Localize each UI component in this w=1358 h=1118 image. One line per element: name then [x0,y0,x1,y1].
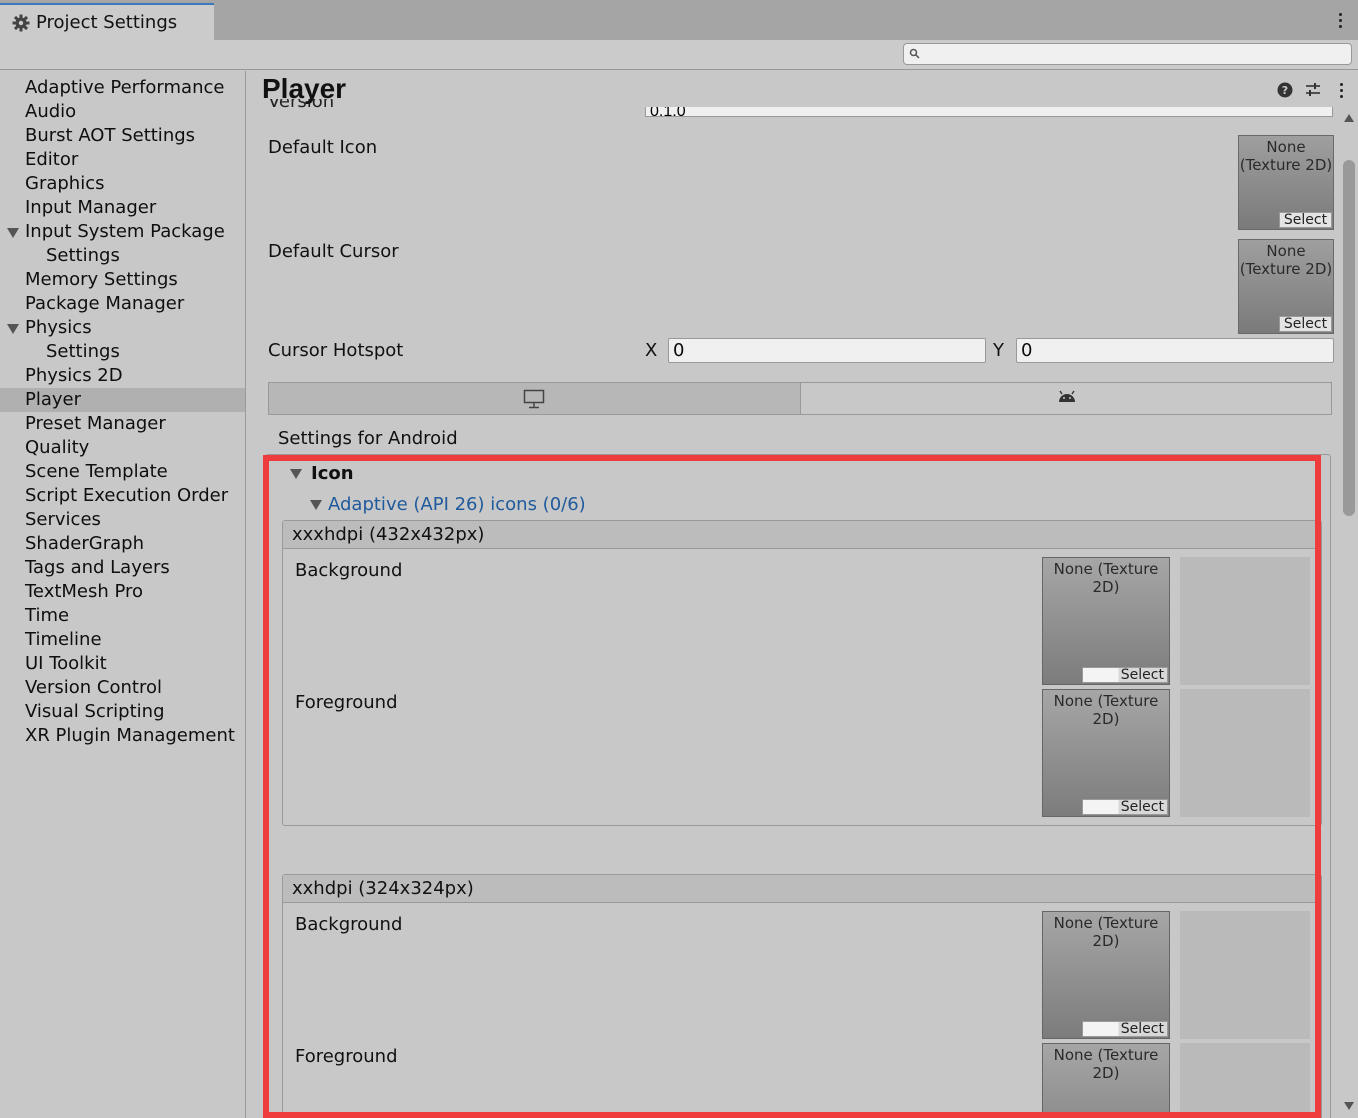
sidebar-item-audio[interactable]: Audio [0,100,245,124]
sidebar-item-adaptive-performance[interactable]: Adaptive Performance [0,76,245,100]
sidebar-item-label: Input System Package [25,221,225,242]
version-field[interactable] [645,107,1333,117]
search-input[interactable] [903,43,1352,65]
sidebar-item-physics-settings[interactable]: Settings [0,340,245,364]
sidebar-item-input-manager[interactable]: Input Manager [0,196,245,220]
foreground-texture-field[interactable]: None (Texture 2D) [1042,1043,1170,1118]
default-cursor-texture-field[interactable]: None (Texture 2D) Select [1238,239,1334,334]
foreground-label: Foreground [295,1046,398,1067]
settings-for-label: Settings for Android [278,428,458,449]
sidebar-item-label: Physics [25,317,92,338]
android-icon [1059,390,1075,402]
scroll-down-arrow-icon[interactable] [1344,1102,1354,1110]
sidebar-item-preset-manager[interactable]: Preset Manager [0,412,245,436]
sidebar-item-editor[interactable]: Editor [0,148,245,172]
preset-sliders-icon[interactable] [1304,81,1322,99]
sidebar-item-version-control[interactable]: Version Control [0,676,245,700]
hotspot-x-field[interactable]: 0 [668,338,986,363]
texture-value: None (Texture 2D) [1053,914,1159,950]
tab-project-settings[interactable]: Project Settings [0,3,214,40]
platform-tabs [268,382,1332,415]
kebab-menu-icon[interactable] [1332,81,1350,99]
foldout-arrow-icon[interactable] [290,469,302,479]
header-icons: ? [1276,81,1350,99]
scrollbar-thumb[interactable] [1343,160,1355,516]
sidebar-item-timeline[interactable]: Timeline [0,628,245,652]
sidebar-item-input-system-package[interactable]: Input System Package [0,220,245,244]
hotspot-y-label: Y [993,340,1004,361]
select-button[interactable]: Select [1082,1021,1168,1037]
background-texture-field[interactable]: None (Texture 2D) Select [1042,911,1170,1039]
sidebar-item-time[interactable]: Time [0,604,245,628]
tab-title: Project Settings [36,12,178,33]
density-box-xxhdpi: xxhdpi (324x324px) Background None (Text… [282,874,1322,1118]
sidebar-item-burst-aot-settings[interactable]: Burst AOT Settings [0,124,245,148]
monitor-icon [523,389,545,409]
kebab-menu-icon[interactable] [1330,8,1350,32]
sidebar-item-services[interactable]: Services [0,508,245,532]
texture-value: None (Texture 2D) [1053,560,1159,596]
page-title: Player [262,73,347,104]
sidebar: Adaptive Performance Audio Burst AOT Set… [0,71,246,1118]
sidebar-item-shadergraph[interactable]: ShaderGraph [0,532,245,556]
select-button[interactable]: Select [1082,667,1168,683]
svg-text:?: ? [1282,84,1288,97]
hotspot-x-label: X [645,340,658,361]
icon-foldout-header[interactable]: Icon [311,463,354,484]
density-box-xxxhdpi: xxxhdpi (432x432px) Background None (Tex… [282,520,1322,826]
sidebar-item-physics[interactable]: Physics [0,316,245,340]
sidebar-item-tags-and-layers[interactable]: Tags and Layers [0,556,245,580]
window-titlebar: Project Settings [0,0,1358,40]
select-button[interactable]: Select [1279,212,1332,228]
gear-icon [12,14,30,31]
sidebar-item-visual-scripting[interactable]: Visual Scripting [0,700,245,724]
search-row [0,40,1358,70]
scroll-up-arrow-icon[interactable] [1344,114,1354,122]
background-label: Background [295,560,403,581]
texture-value: None (Texture 2D) [1239,138,1333,174]
search-icon [909,48,920,59]
help-icon[interactable]: ? [1276,81,1294,99]
select-button[interactable]: Select [1279,316,1332,332]
texture-value: None (Texture 2D) [1053,1046,1159,1082]
foldout-arrow-icon[interactable] [310,500,322,510]
main-panel: Version Player ? Default Icon None (Text… [247,71,1358,1118]
default-cursor-label: Default Cursor [268,241,399,262]
adaptive-icons-foldout[interactable]: Adaptive (API 26) icons (0/6) [328,494,586,515]
sidebar-item-package-manager[interactable]: Package Manager [0,292,245,316]
density-header: xxxhdpi (432x432px) [283,521,1321,549]
texture-value: None (Texture 2D) [1053,692,1159,728]
sidebar-item-scene-template[interactable]: Scene Template [0,460,245,484]
foreground-preview [1180,1043,1310,1118]
texture-value: None (Texture 2D) [1239,242,1333,278]
cursor-hotspot-label: Cursor Hotspot [268,340,404,361]
background-label: Background [295,914,403,935]
sidebar-item-player[interactable]: Player [0,388,245,412]
hotspot-y-field[interactable]: 0 [1016,338,1334,363]
default-icon-texture-field[interactable]: None (Texture 2D) Select [1238,135,1334,230]
background-texture-field[interactable]: None (Texture 2D) Select [1042,557,1170,685]
select-button[interactable]: Select [1082,799,1168,815]
foreground-texture-field[interactable]: None (Texture 2D) Select [1042,689,1170,817]
foreground-label: Foreground [295,692,398,713]
density-header: xxhdpi (324x324px) [283,875,1321,903]
sidebar-item-ui-toolkit[interactable]: UI Toolkit [0,652,245,676]
sidebar-item-memory-settings[interactable]: Memory Settings [0,268,245,292]
background-preview [1180,557,1310,685]
sidebar-item-xr-plugin-management[interactable]: XR Plugin Management [0,724,245,748]
foreground-preview [1180,689,1310,817]
sidebar-item-textmesh-pro[interactable]: TextMesh Pro [0,580,245,604]
sidebar-item-physics-2d[interactable]: Physics 2D [0,364,245,388]
sidebar-item-script-execution-order[interactable]: Script Execution Order [0,484,245,508]
tab-android[interactable] [802,383,1331,414]
default-icon-label: Default Icon [268,137,378,158]
sidebar-item-quality[interactable]: Quality [0,436,245,460]
sidebar-item-input-system-settings[interactable]: Settings [0,244,245,268]
background-preview [1180,911,1310,1039]
tab-desktop[interactable] [269,383,801,414]
sidebar-item-graphics[interactable]: Graphics [0,172,245,196]
